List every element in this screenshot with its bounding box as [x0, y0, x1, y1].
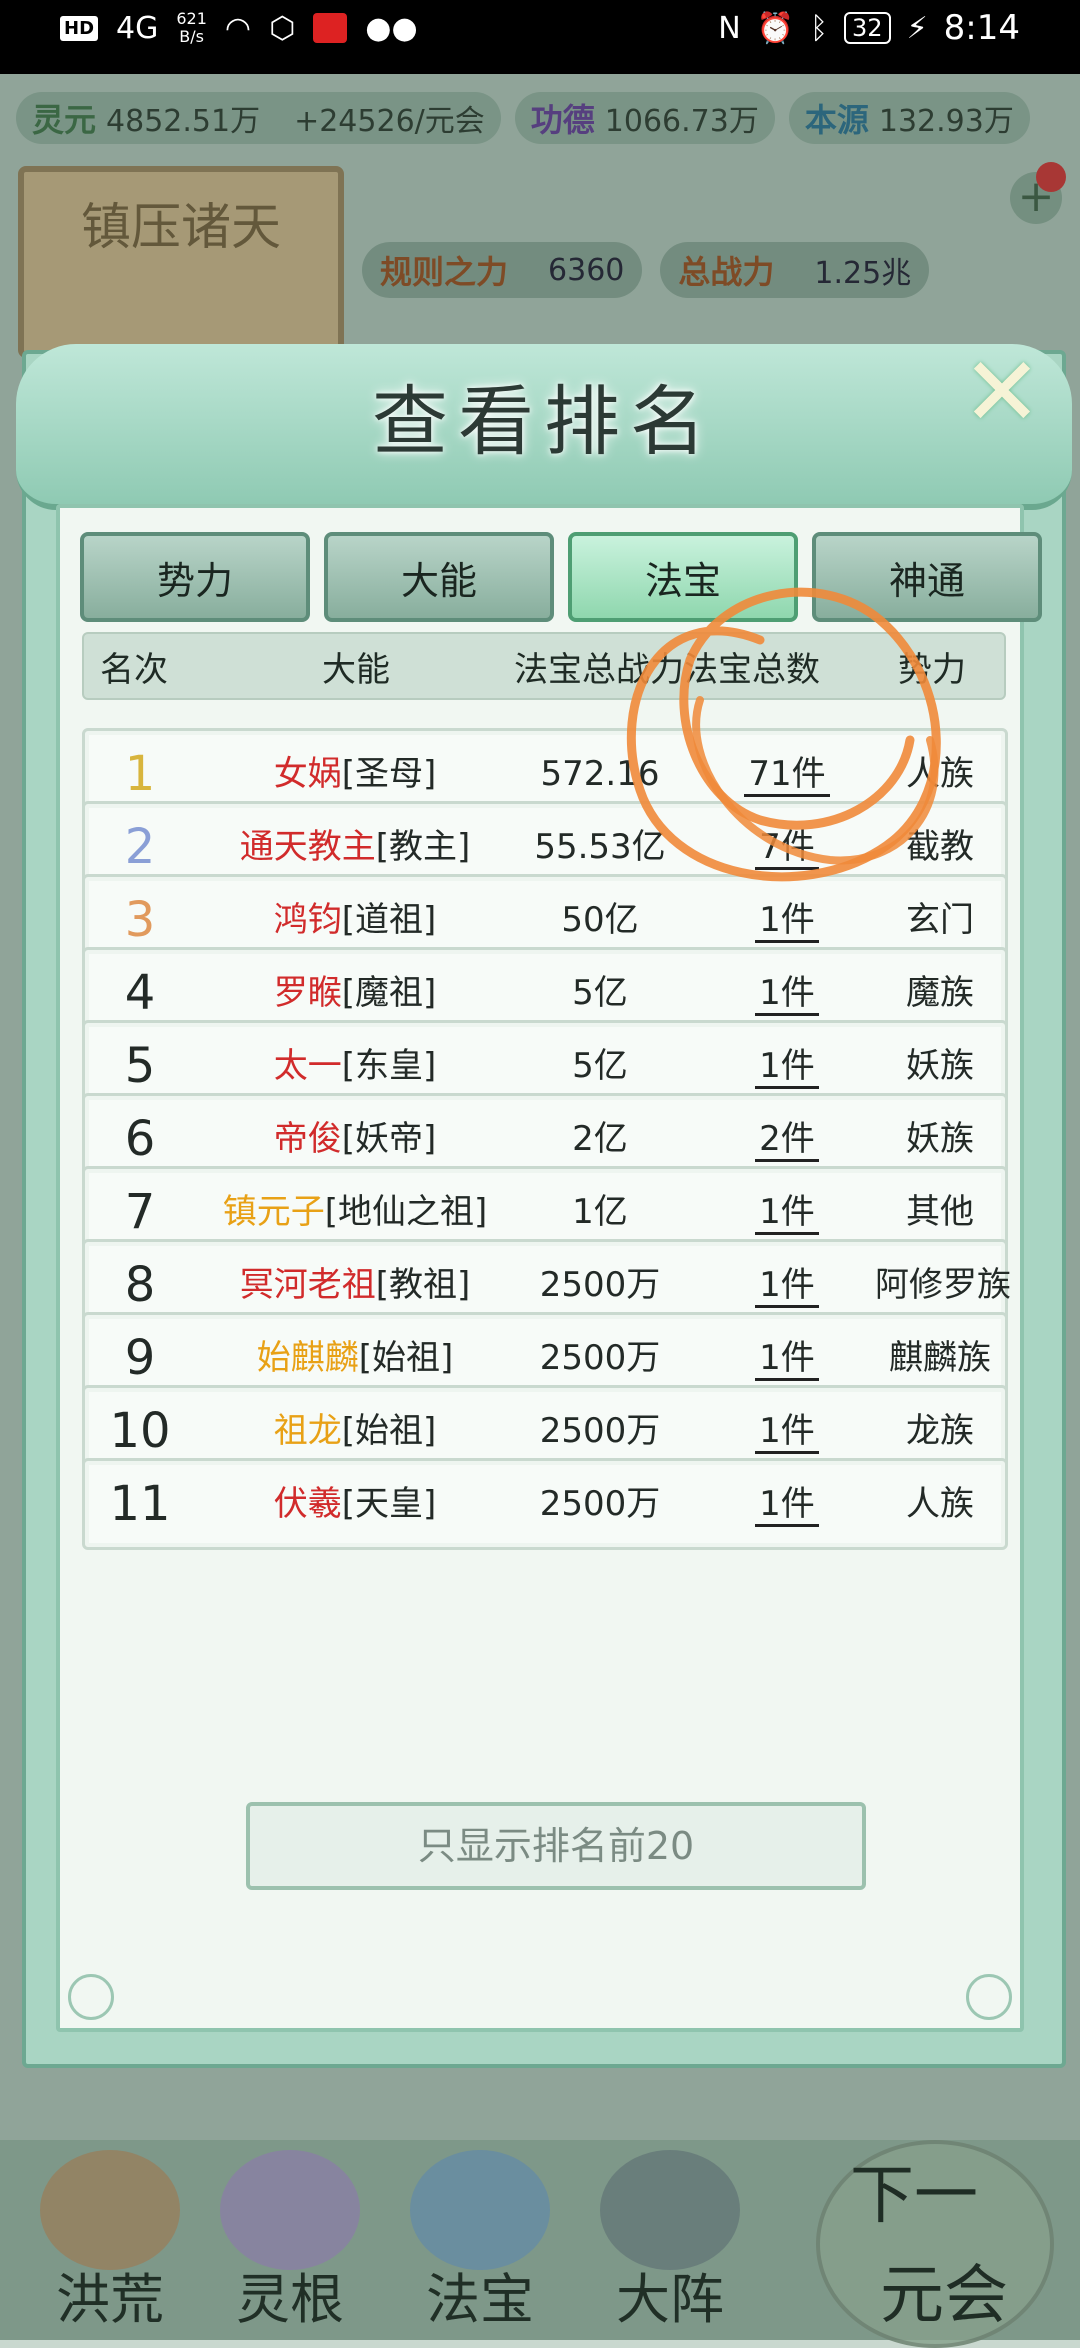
- wechat-icon: ●●: [365, 10, 418, 46]
- corner-ornament: [966, 1974, 1012, 2020]
- tab-treasure[interactable]: 法宝: [568, 532, 798, 622]
- faction-cell: 人族: [906, 1484, 974, 1524]
- col-name: 大能: [322, 650, 390, 690]
- tab-faction[interactable]: 势力: [80, 532, 310, 622]
- charging-icon: ⚡: [906, 10, 928, 46]
- app-notification-icon: ⬡: [269, 10, 296, 46]
- table-header: 名次 大能 法宝总战力 法宝总数 势力: [82, 632, 1006, 700]
- wifi-icon: ◠: [224, 10, 252, 46]
- battery-indicator: 32: [844, 12, 891, 44]
- name-cell: 伏羲[天皇]: [273, 1484, 437, 1524]
- col-rank: 名次: [100, 650, 168, 690]
- app-red-icon: [313, 13, 348, 43]
- hd-icon: HD: [60, 15, 99, 41]
- corner-ornament: [68, 1974, 114, 2020]
- dialog-header: 查看排名 ✕: [16, 344, 1072, 510]
- tab-great-power[interactable]: 大能: [324, 532, 554, 622]
- col-power: 法宝总战力: [514, 650, 684, 690]
- signal-icon: 4G: [116, 10, 159, 46]
- dialog-title: 查看排名: [372, 377, 716, 466]
- count-link[interactable]: 1件: [739, 1461, 835, 1547]
- col-count: 法宝总数: [684, 650, 820, 690]
- net-speed: 621 B/s: [176, 9, 207, 46]
- power-cell: 2500万: [539, 1484, 661, 1524]
- nfc-icon: N: [718, 10, 741, 46]
- status-bar: HD 4G 621 B/s ◠ ⬡ ●● N ⏰ ᛒ 32 ⚡ 8:14: [0, 0, 1080, 74]
- bluetooth-icon: ᛒ: [810, 10, 829, 46]
- alarm-icon: ⏰: [756, 10, 795, 46]
- table-row: 11 伏羲[天皇] 2500万 1件 人族: [82, 1458, 1008, 1550]
- tab-bar: 势力 大能 法宝 神通: [80, 532, 1042, 622]
- show-top20-button[interactable]: 只显示排名前20: [246, 1802, 866, 1890]
- ranking-dialog: 查看排名 ✕ 势力 大能 法宝 神通 名次 大能 法宝总战力 法宝总数 势力 1…: [16, 344, 1072, 2068]
- clock: 8:14: [943, 8, 1020, 48]
- tab-divine-skill[interactable]: 神通: [812, 532, 1042, 622]
- rank-cell: 11: [109, 1476, 171, 1532]
- ranking-panel: 势力 大能 法宝 神通 名次 大能 法宝总战力 法宝总数 势力 1 女娲[圣母]…: [56, 504, 1042, 2032]
- col-faction: 势力: [898, 650, 966, 690]
- close-icon[interactable]: ✕: [952, 344, 1052, 444]
